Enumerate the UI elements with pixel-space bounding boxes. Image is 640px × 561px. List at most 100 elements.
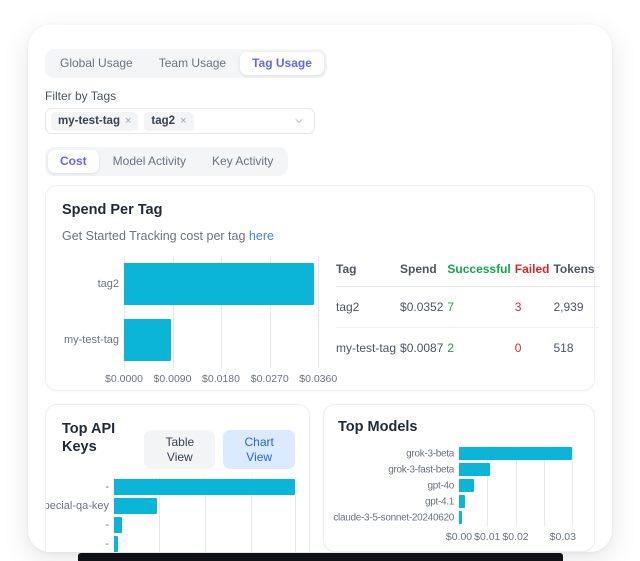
cell-successful: 7 <box>447 286 514 327</box>
tab-key-activity[interactable]: Key Activity <box>200 150 285 173</box>
plot-area <box>459 446 572 526</box>
y-axis-label: gpt-4o <box>338 478 459 494</box>
y-axis: grok-3-beta grok-3-fast-beta gpt-4o gpt-4.1… <box>338 446 459 526</box>
y-axis-label-text: - <box>105 481 109 493</box>
here-link[interactable]: here <box>249 229 274 243</box>
cell-successful: 2 <box>447 327 514 368</box>
selected-tag-chips: my-test-tag × tag2 × <box>51 112 293 131</box>
y-axis-label-text: gpt-4.1 <box>425 496 454 507</box>
cell-tag: tag2 <box>336 286 400 327</box>
chart-body: tag2 my-test-tag <box>62 256 322 368</box>
x-axis: $0.00$0.01$0.02$0.03 <box>459 526 572 543</box>
y-axis-label: gpt-4.1 <box>338 494 459 510</box>
bar <box>114 498 157 514</box>
cell-spend: $0.0352 <box>400 286 447 327</box>
y-axis-label: pecial-qa-key <box>62 496 114 515</box>
y-axis-label: grok-3-fast-beta <box>338 462 459 478</box>
x-axis-tick: $0.0180 <box>202 373 240 385</box>
remove-tag-icon[interactable]: × <box>125 114 131 128</box>
bottom-cards-row: Top API Keys Table View Chart View - peci… <box>45 404 595 552</box>
filter-by-tags-label: Filter by Tags <box>45 89 595 103</box>
y-axis-label: my-test-tag <box>62 312 124 368</box>
x-axis: $0.0000$0.0090$0.0180$0.0270$0.0360 <box>124 368 322 385</box>
x-axis-tick: $0.0090 <box>154 373 192 385</box>
tab-team-usage[interactable]: Team Usage <box>147 52 238 75</box>
tab-model-activity[interactable]: Model Activity <box>101 150 198 173</box>
top-api-keys-title: Top API Keys <box>62 421 144 456</box>
bar-row <box>124 312 322 368</box>
section-tab-bar: Cost Model Activity Key Activity <box>45 147 288 176</box>
y-axis: tag2 my-test-tag <box>62 256 124 368</box>
bar <box>114 479 295 495</box>
cell-spend: $0.0087 <box>400 327 447 368</box>
remove-tag-icon[interactable]: × <box>180 114 186 128</box>
cell-failed: 3 <box>515 286 554 327</box>
bar-row <box>124 256 322 312</box>
tab-global-usage[interactable]: Global Usage <box>48 52 145 75</box>
bar <box>459 511 462 524</box>
plot-area <box>124 256 322 368</box>
gridline <box>572 446 573 526</box>
bar <box>459 495 465 508</box>
bar-row <box>114 534 295 552</box>
x-axis-tick: $0.0360 <box>299 373 337 385</box>
usage-tab-bar: Global Usage Team Usage Tag Usage <box>45 49 327 78</box>
bar <box>124 319 171 361</box>
bar <box>459 463 490 476</box>
tab-tag-usage[interactable]: Tag Usage <box>240 52 324 75</box>
tag-chip: my-test-tag × <box>51 112 138 131</box>
subtitle-text: Get Started Tracking cost per tag <box>62 229 245 243</box>
bar <box>459 447 572 460</box>
spend-table: Tag Spend Successful Failed Tokens tag2 … <box>336 258 599 368</box>
bottom-dark-bar <box>78 553 563 561</box>
spend-per-tag-card: Spend Per Tag Get Started Tracking cost … <box>45 185 595 391</box>
y-axis-label: tag2 <box>62 256 124 312</box>
y-axis-label-text: grok-3-fast-beta <box>388 464 454 475</box>
table-row: my-test-tag $0.0087 2 0 518 <box>336 327 599 368</box>
tag-chip: tag2 × <box>144 112 193 131</box>
y-axis-label-text: my-test-tag <box>64 334 119 346</box>
bar-row <box>459 446 572 462</box>
view-toggle: Table View Chart View <box>144 430 295 469</box>
y-axis-label-text: claude-3-5-sonnet-20240620 <box>333 512 454 523</box>
x-axis-tick: $0.03 <box>550 531 576 543</box>
spend-per-tag-chart: tag2my-test-tag$0.0000$0.0090$0.0180$0.0… <box>62 256 322 385</box>
chevron-down-icon[interactable] <box>293 115 305 127</box>
plot-area <box>114 477 295 552</box>
table-row: tag2 $0.0352 7 3 2,939 <box>336 286 599 327</box>
x-axis-tick: $0.0270 <box>251 373 289 385</box>
bar <box>459 479 474 492</box>
usage-dashboard-panel: Global Usage Team Usage Tag Usage Filter… <box>28 25 612 552</box>
bar-row <box>459 494 572 510</box>
top-models-chart: grok-3-beta grok-3-fast-beta gpt-4o gpt-4.1… <box>338 446 572 543</box>
bar <box>124 263 314 305</box>
tab-cost[interactable]: Cost <box>48 150 99 173</box>
spend-card-body: tag2my-test-tag$0.0000$0.0090$0.0180$0.0… <box>62 256 578 385</box>
y-axis-label: - <box>62 534 114 552</box>
y-axis-label-text: pecial-qa-key <box>45 500 109 512</box>
bar-row <box>114 496 295 515</box>
tag-chip-label: my-test-tag <box>58 114 120 129</box>
y-axis-label: - <box>62 515 114 534</box>
top-api-keys-chart: -pecial-qa-key--- <box>62 477 295 552</box>
col-header-spend: Spend <box>400 258 447 287</box>
chart-view-button[interactable]: Chart View <box>223 430 295 469</box>
x-axis-tick: $0.01 <box>474 531 500 543</box>
y-axis-label-text: - <box>105 538 109 550</box>
col-header-successful: Successful <box>447 258 514 287</box>
table-view-button[interactable]: Table View <box>144 430 215 469</box>
spend-table-header-row: Tag Spend Successful Failed Tokens <box>336 258 599 287</box>
chart-body: -pecial-qa-key--- <box>62 477 295 552</box>
cell-tokens: 518 <box>553 327 598 368</box>
y-axis-label-text: - <box>105 519 109 531</box>
spend-card-subtitle: Get Started Tracking cost per tag here <box>62 229 578 243</box>
bar-row <box>114 477 295 496</box>
gridline <box>295 477 296 552</box>
y-axis-label-text: grok-3-beta <box>406 448 454 459</box>
x-axis-tick: $0.00 <box>446 531 472 543</box>
bar-row <box>114 515 295 534</box>
col-header-tag: Tag <box>336 258 400 287</box>
y-axis-label: - <box>62 477 114 496</box>
x-axis-tick: $0.02 <box>502 531 528 543</box>
tag-filter-select[interactable]: my-test-tag × tag2 × <box>45 108 315 134</box>
